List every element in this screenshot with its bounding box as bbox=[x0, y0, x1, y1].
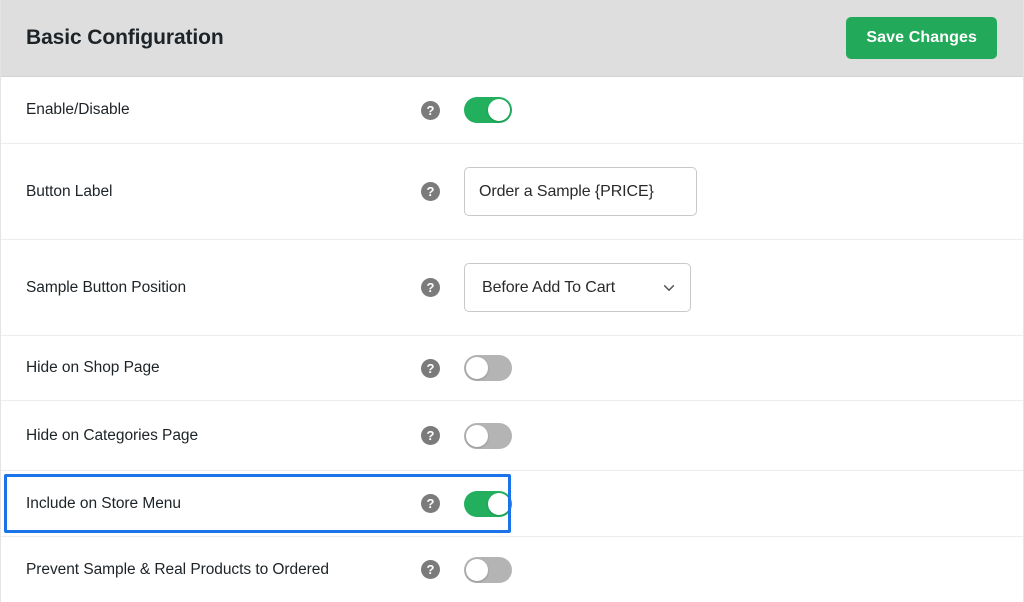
toggle-knob bbox=[466, 424, 488, 447]
basic-configuration-panel: Basic Configuration Save Changes Enable/… bbox=[0, 0, 1024, 602]
chevron-down-icon bbox=[663, 284, 675, 291]
toggle-knob bbox=[466, 558, 488, 581]
setting-label: Sample Button Position bbox=[26, 278, 187, 296]
toggle-hide-on-shop-page[interactable] bbox=[464, 355, 512, 381]
setting-row-button-label: Button Label ? bbox=[1, 144, 1023, 240]
setting-label: Enable/Disable bbox=[26, 101, 130, 118]
setting-label: Button Label bbox=[26, 182, 113, 200]
setting-row-hide-on-categories-page: Hide on Categories Page ? bbox=[1, 401, 1023, 471]
control-area: ? bbox=[421, 422, 1023, 449]
setting-row-hide-on-shop-page: Hide on Shop Page ? bbox=[1, 336, 1023, 401]
setting-label: Prevent Sample & Real Products to Ordere… bbox=[26, 560, 329, 578]
save-changes-button[interactable]: Save Changes bbox=[846, 16, 997, 60]
toggle-knob bbox=[466, 357, 488, 379]
panel-header: Basic Configuration Save Changes bbox=[1, 0, 1023, 77]
select-selected-value: Before Add To Cart bbox=[482, 278, 616, 296]
toggle-knob bbox=[488, 99, 510, 121]
help-icon[interactable]: ? bbox=[421, 182, 440, 201]
control-area: ? bbox=[421, 167, 1023, 216]
control-area: ? bbox=[421, 97, 1023, 123]
help-icon[interactable]: ? bbox=[421, 100, 440, 120]
help-icon[interactable]: ? bbox=[421, 278, 440, 297]
toggle-hide-on-categories-page[interactable] bbox=[464, 422, 512, 449]
control-area: ? Before Add To Cart bbox=[421, 263, 1023, 312]
page-title: Basic Configuration bbox=[26, 26, 224, 49]
toggle-prevent-sample-real-products[interactable] bbox=[464, 556, 512, 583]
control-area: ? bbox=[421, 355, 1023, 381]
control-area: ? bbox=[421, 490, 1023, 517]
toggle-enable-disable[interactable] bbox=[464, 97, 512, 123]
setting-label: Include on Store Menu bbox=[26, 494, 181, 512]
button-label-input[interactable] bbox=[464, 167, 697, 216]
setting-row-prevent-sample-real-products: Prevent Sample & Real Products to Ordere… bbox=[1, 537, 1023, 602]
toggle-knob bbox=[488, 492, 510, 515]
setting-row-include-on-store-menu: Include on Store Menu ? bbox=[1, 471, 1023, 537]
setting-row-enable-disable: Enable/Disable ? bbox=[1, 77, 1023, 144]
toggle-include-on-store-menu[interactable] bbox=[464, 490, 512, 517]
help-icon[interactable]: ? bbox=[421, 426, 440, 445]
setting-label: Hide on Categories Page bbox=[26, 426, 199, 444]
help-icon[interactable]: ? bbox=[421, 358, 440, 378]
setting-row-sample-button-position: Sample Button Position ? Before Add To C… bbox=[1, 240, 1023, 336]
help-icon[interactable]: ? bbox=[421, 494, 440, 513]
sample-button-position-select[interactable]: Before Add To Cart bbox=[464, 263, 691, 312]
setting-label: Hide on Shop Page bbox=[26, 359, 160, 376]
control-area: ? bbox=[421, 556, 1023, 583]
help-icon[interactable]: ? bbox=[421, 560, 440, 579]
